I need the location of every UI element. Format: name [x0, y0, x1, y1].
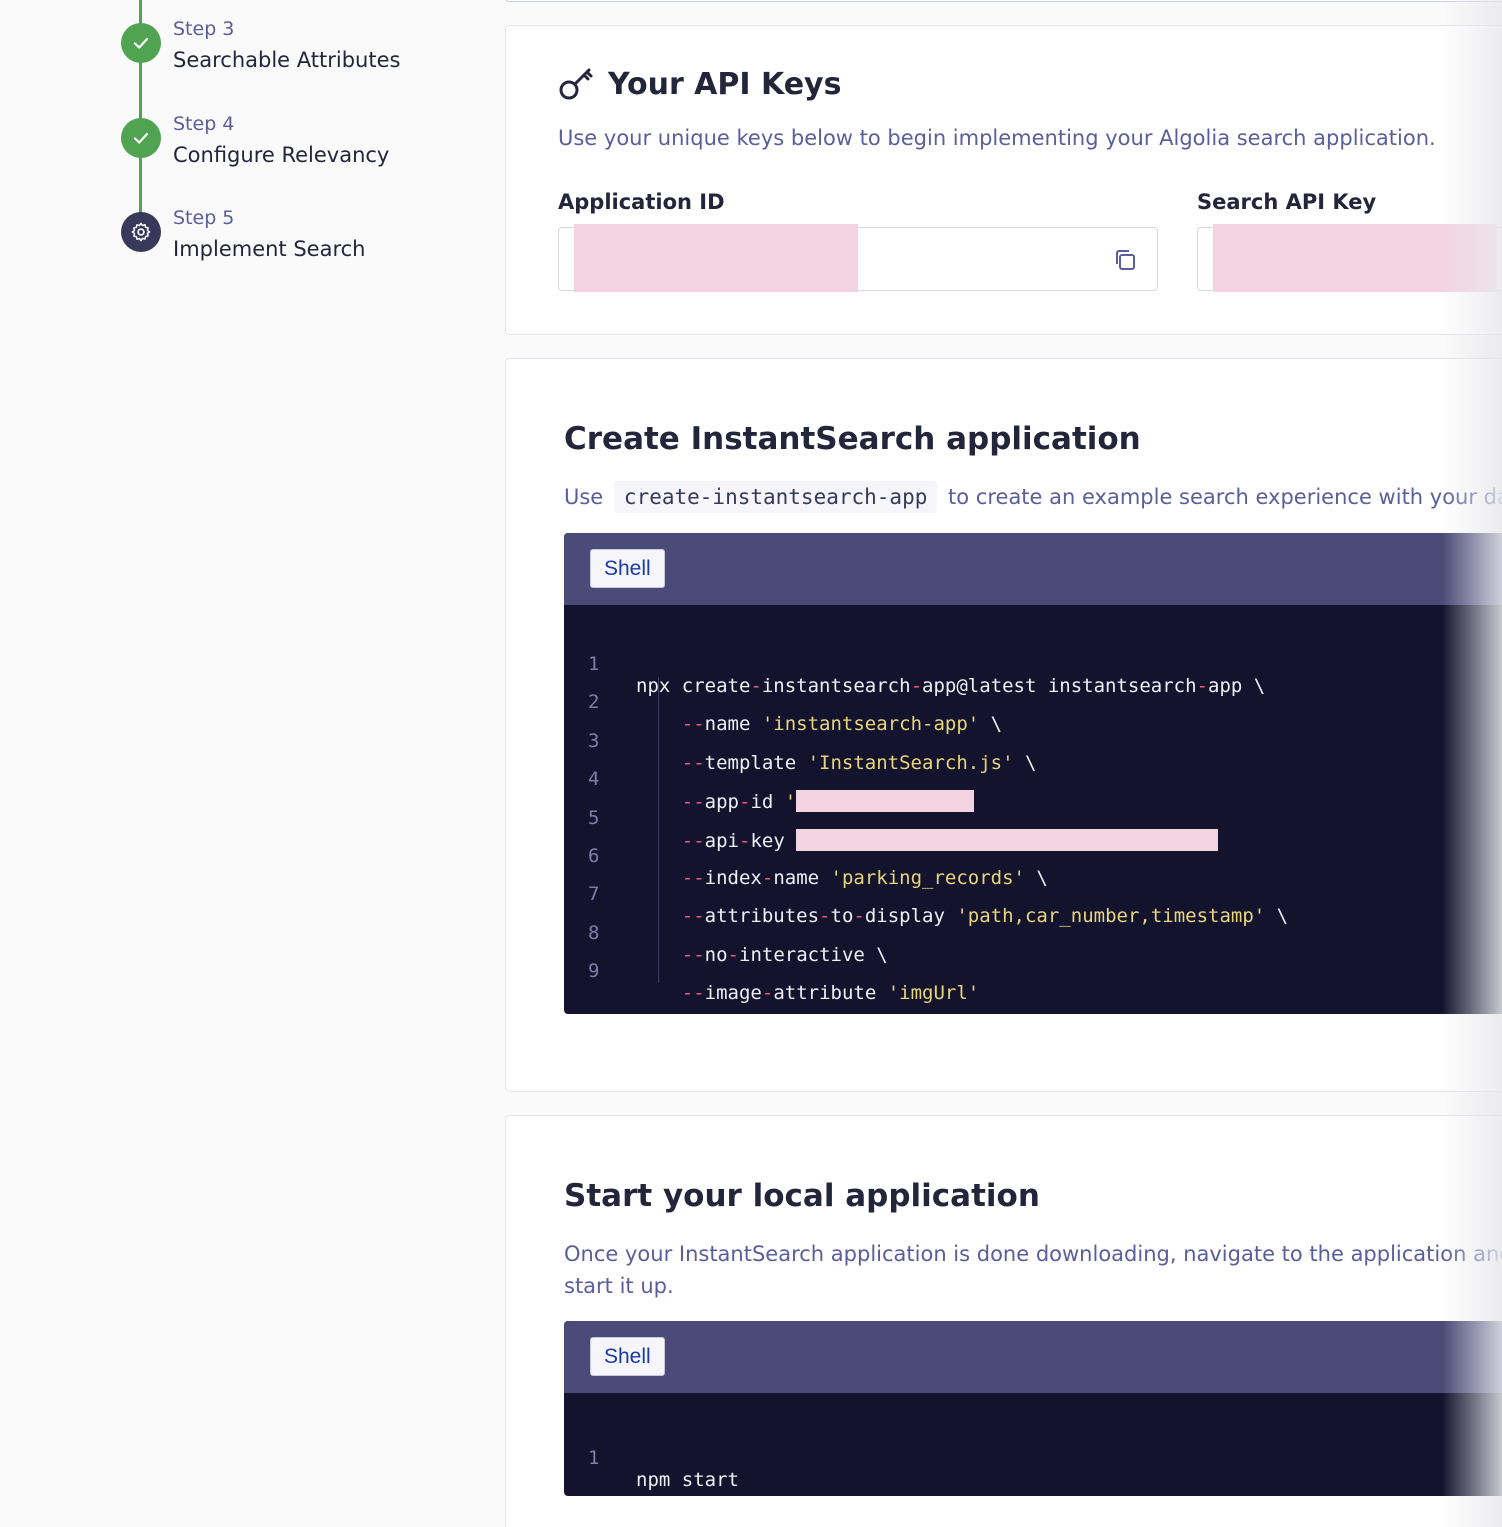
step-title: Configure Relevancy	[173, 143, 390, 167]
code-line: 4 --app-id '	[564, 746, 1502, 813]
scroll-shadow	[1442, 0, 1502, 1527]
section-title: Create InstantSearch application	[564, 421, 1141, 457]
code-block-header: Shell	[564, 533, 1502, 605]
code-line: 6 --index-name 'parking_records' \	[588, 845, 1048, 889]
key-icon	[559, 68, 593, 100]
code-block: Shell 1 npm start	[564, 1321, 1502, 1496]
search-api-key-label: Search API Key	[1197, 190, 1377, 214]
code-line: 2 --name 'instantsearch-app' \	[588, 691, 1003, 735]
code-line: 7 --attributes-to-display 'path,car_numb…	[588, 883, 1289, 927]
application-id-field[interactable]	[558, 224, 1158, 292]
code-line: 3 --template 'InstantSearch.js' \	[588, 730, 1037, 774]
step-number: Step 5	[173, 207, 235, 229]
tab-shell[interactable]: Shell	[590, 1337, 665, 1376]
code-line: 5 --api-key	[564, 785, 1502, 852]
step-3[interactable]: Step 3 Searchable Attributes	[121, 4, 461, 72]
start-local-app-card: Start your local application Once your I…	[505, 1115, 1502, 1527]
api-keys-subtitle: Use your unique keys below to begin impl…	[558, 126, 1436, 150]
section-description-line2: start it up.	[564, 1274, 674, 1298]
line-number: 1	[588, 1447, 600, 1469]
check-icon	[121, 23, 161, 63]
code-line: 8 --no-interactive \	[588, 922, 888, 966]
line-number: 9	[588, 960, 600, 982]
step-title: Searchable Attributes	[173, 48, 401, 72]
desc-prefix: Use	[564, 485, 604, 509]
section-description: Use create-instantsearch-app to create a…	[564, 481, 1502, 513]
step-number: Step 4	[173, 113, 235, 135]
tab-shell[interactable]: Shell	[590, 549, 665, 588]
inline-code: create-instantsearch-app	[613, 481, 938, 513]
application-id-label: Application ID	[558, 190, 725, 214]
api-keys-title: Your API Keys	[608, 66, 842, 102]
step-4[interactable]: Step 4 Configure Relevancy	[121, 99, 461, 167]
section-title: Start your local application	[564, 1178, 1040, 1214]
code-block: Shell 1 npx create-instantsearch-app@lat…	[564, 533, 1502, 1014]
code-line: 1 npx create-instantsearch-app@latest in…	[588, 653, 1266, 697]
api-keys-card: Your API Keys Use your unique keys below…	[505, 25, 1502, 335]
onboarding-stepper: Step 3 Searchable Attributes Step 4 Conf…	[0, 0, 480, 300]
api-keys-header: Your API Keys	[558, 66, 841, 102]
code-text: npm start	[636, 1469, 739, 1491]
gear-icon	[121, 212, 161, 252]
step-title: Implement Search	[173, 237, 366, 261]
previous-card-edge	[505, 0, 1502, 2]
section-description-line1: Once your InstantSearch application is d…	[564, 1242, 1502, 1266]
desc-suffix: to create an example search experience w…	[948, 485, 1502, 509]
step-number: Step 3	[173, 18, 235, 40]
check-icon	[121, 118, 161, 158]
step-5[interactable]: Step 5 Implement Search	[121, 193, 461, 261]
redacted-value	[574, 224, 858, 292]
code-line: 1 npm start	[564, 1425, 1502, 1491]
create-instantsearch-card: Create InstantSearch application Use cre…	[505, 358, 1502, 1092]
code-line: 9 --image-attribute 'imgUrl'	[588, 960, 980, 1004]
copy-icon[interactable]	[1111, 246, 1139, 274]
code-block-header: Shell	[564, 1321, 1502, 1393]
